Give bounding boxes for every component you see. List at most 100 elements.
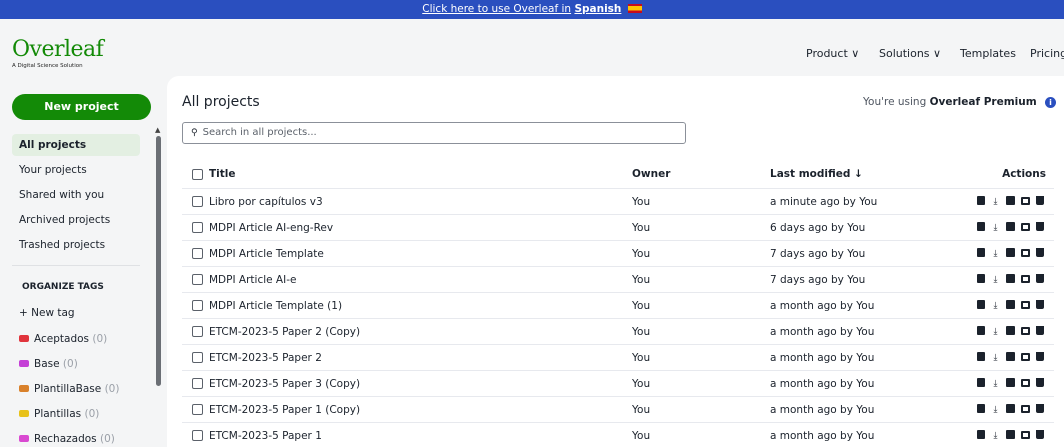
tag-item-plantillas[interactable]: Plantillas (0) xyxy=(19,408,99,420)
table-row[interactable]: ETCM-2023-5 Paper 1 (Copy) You a month ago… xyxy=(182,397,1054,423)
select-all-checkbox[interactable] xyxy=(192,169,203,180)
archive-icon[interactable] xyxy=(1021,327,1030,335)
trash-icon[interactable] xyxy=(1036,300,1044,309)
project-title-link[interactable]: ETCM-2023-5 Paper 2 xyxy=(209,345,322,371)
download-icon[interactable]: ⤓ xyxy=(991,319,1000,345)
archive-icon[interactable] xyxy=(1021,379,1030,387)
copy-icon[interactable] xyxy=(977,430,985,439)
download-icon[interactable]: ⤓ xyxy=(991,241,1000,267)
row-checkbox[interactable] xyxy=(192,326,203,337)
scroll-up-arrow-icon[interactable]: ▲ xyxy=(155,126,160,134)
copy-icon[interactable] xyxy=(977,404,985,413)
copy-icon[interactable] xyxy=(977,248,985,257)
copy-icon[interactable] xyxy=(977,300,985,309)
copy-icon[interactable] xyxy=(977,326,985,335)
row-checkbox[interactable] xyxy=(192,222,203,233)
column-last-modified[interactable]: Last modified ↓ xyxy=(770,162,863,186)
search-input[interactable]: ⚲ Search in all projects... xyxy=(182,122,686,144)
tag-item-rechazados[interactable]: Rechazados (0) xyxy=(19,433,115,445)
nav-templates[interactable]: Templates xyxy=(960,47,1016,60)
project-title-link[interactable]: ETCM-2023-5 Paper 3 (Copy) xyxy=(209,371,360,397)
table-row[interactable]: ETCM-2023-5 Paper 1 You a month ago by You… xyxy=(182,423,1054,447)
overleaf-logo[interactable]: Overleaf A Digital Science Solution xyxy=(12,39,104,70)
table-row[interactable]: ETCM-2023-5 Paper 3 (Copy) You a month ago… xyxy=(182,371,1054,397)
download-pdf-icon[interactable] xyxy=(1006,248,1015,257)
language-banner[interactable]: Click here to use Overleaf in Spanish xyxy=(0,0,1064,19)
trash-icon[interactable] xyxy=(1036,196,1044,205)
row-checkbox[interactable] xyxy=(192,196,203,207)
column-owner[interactable]: Owner xyxy=(632,162,670,186)
trash-icon[interactable] xyxy=(1036,378,1044,387)
project-title-link[interactable]: ETCM-2023-5 Paper 1 xyxy=(209,423,322,447)
table-row[interactable]: MDPI Article Template (1) You a month ago … xyxy=(182,293,1054,319)
table-row[interactable]: Libro por capítulos v3 You a minute ago by… xyxy=(182,189,1054,215)
sidebar-item-your-projects[interactable]: Your projects xyxy=(12,159,140,181)
row-checkbox[interactable] xyxy=(192,274,203,285)
table-row[interactable]: ETCM-2023-5 Paper 2 You a month ago by You… xyxy=(182,345,1054,371)
download-icon[interactable]: ⤓ xyxy=(991,423,1000,447)
download-icon[interactable]: ⤓ xyxy=(991,397,1000,423)
tag-item-base[interactable]: Base (0) xyxy=(19,358,78,370)
copy-icon[interactable] xyxy=(977,274,985,283)
sidebar-item-all-projects[interactable]: All projects xyxy=(12,134,140,156)
trash-icon[interactable] xyxy=(1036,430,1044,439)
archive-icon[interactable] xyxy=(1021,197,1030,205)
info-icon[interactable]: i xyxy=(1045,97,1056,108)
download-icon[interactable]: ⤓ xyxy=(991,345,1000,371)
archive-icon[interactable] xyxy=(1021,249,1030,257)
download-icon[interactable]: ⤓ xyxy=(991,293,1000,319)
archive-icon[interactable] xyxy=(1021,405,1030,413)
sidebar-item-trashed[interactable]: Trashed projects xyxy=(12,234,140,256)
tag-item-aceptados[interactable]: Aceptados (0) xyxy=(19,333,107,345)
project-title-link[interactable]: MDPI Article AI-e xyxy=(209,267,296,293)
download-pdf-icon[interactable] xyxy=(1006,430,1015,439)
download-pdf-icon[interactable] xyxy=(1006,274,1015,283)
download-pdf-icon[interactable] xyxy=(1006,352,1015,361)
project-title-link[interactable]: MDPI Article Template xyxy=(209,241,324,267)
download-pdf-icon[interactable] xyxy=(1006,378,1015,387)
trash-icon[interactable] xyxy=(1036,404,1044,413)
copy-icon[interactable] xyxy=(977,378,985,387)
trash-icon[interactable] xyxy=(1036,274,1044,283)
banner-text[interactable]: Click here to use Overleaf in xyxy=(422,3,571,15)
table-row[interactable]: MDPI Article AI-e You 7 days ago by You ⤓ xyxy=(182,267,1054,293)
row-checkbox[interactable] xyxy=(192,404,203,415)
download-pdf-icon[interactable] xyxy=(1006,196,1015,205)
row-checkbox[interactable] xyxy=(192,430,203,441)
nav-product[interactable]: Product ∨ xyxy=(806,47,859,60)
row-checkbox[interactable] xyxy=(192,378,203,389)
project-title-link[interactable]: Libro por capítulos v3 xyxy=(209,189,323,215)
download-pdf-icon[interactable] xyxy=(1006,300,1015,309)
download-icon[interactable]: ⤓ xyxy=(991,371,1000,397)
row-checkbox[interactable] xyxy=(192,300,203,311)
trash-icon[interactable] xyxy=(1036,352,1044,361)
archive-icon[interactable] xyxy=(1021,223,1030,231)
row-checkbox[interactable] xyxy=(192,352,203,363)
banner-language[interactable]: Spanish xyxy=(574,3,621,15)
trash-icon[interactable] xyxy=(1036,326,1044,335)
new-project-button[interactable]: New project xyxy=(12,94,151,120)
download-icon[interactable]: ⤓ xyxy=(991,215,1000,241)
nav-solutions[interactable]: Solutions ∨ xyxy=(879,47,941,60)
copy-icon[interactable] xyxy=(977,222,985,231)
project-title-link[interactable]: ETCM-2023-5 Paper 2 (Copy) xyxy=(209,319,360,345)
sidebar-scrollbar[interactable] xyxy=(156,136,161,386)
download-pdf-icon[interactable] xyxy=(1006,404,1015,413)
column-title[interactable]: Title xyxy=(209,162,236,186)
archive-icon[interactable] xyxy=(1021,275,1030,283)
sidebar-item-archived[interactable]: Archived projects xyxy=(12,209,140,231)
archive-icon[interactable] xyxy=(1021,431,1030,439)
new-tag-button[interactable]: + New tag xyxy=(19,307,75,319)
trash-icon[interactable] xyxy=(1036,248,1044,257)
download-pdf-icon[interactable] xyxy=(1006,326,1015,335)
sidebar-item-shared[interactable]: Shared with you xyxy=(12,184,140,206)
archive-icon[interactable] xyxy=(1021,301,1030,309)
archive-icon[interactable] xyxy=(1021,353,1030,361)
row-checkbox[interactable] xyxy=(192,248,203,259)
table-row[interactable]: MDPI Article AI-eng-Rev You 6 days ago by … xyxy=(182,215,1054,241)
project-title-link[interactable]: ETCM-2023-5 Paper 1 (Copy) xyxy=(209,397,360,423)
copy-icon[interactable] xyxy=(977,196,985,205)
trash-icon[interactable] xyxy=(1036,222,1044,231)
table-row[interactable]: MDPI Article Template You 7 days ago by Yo… xyxy=(182,241,1054,267)
download-icon[interactable]: ⤓ xyxy=(991,267,1000,293)
